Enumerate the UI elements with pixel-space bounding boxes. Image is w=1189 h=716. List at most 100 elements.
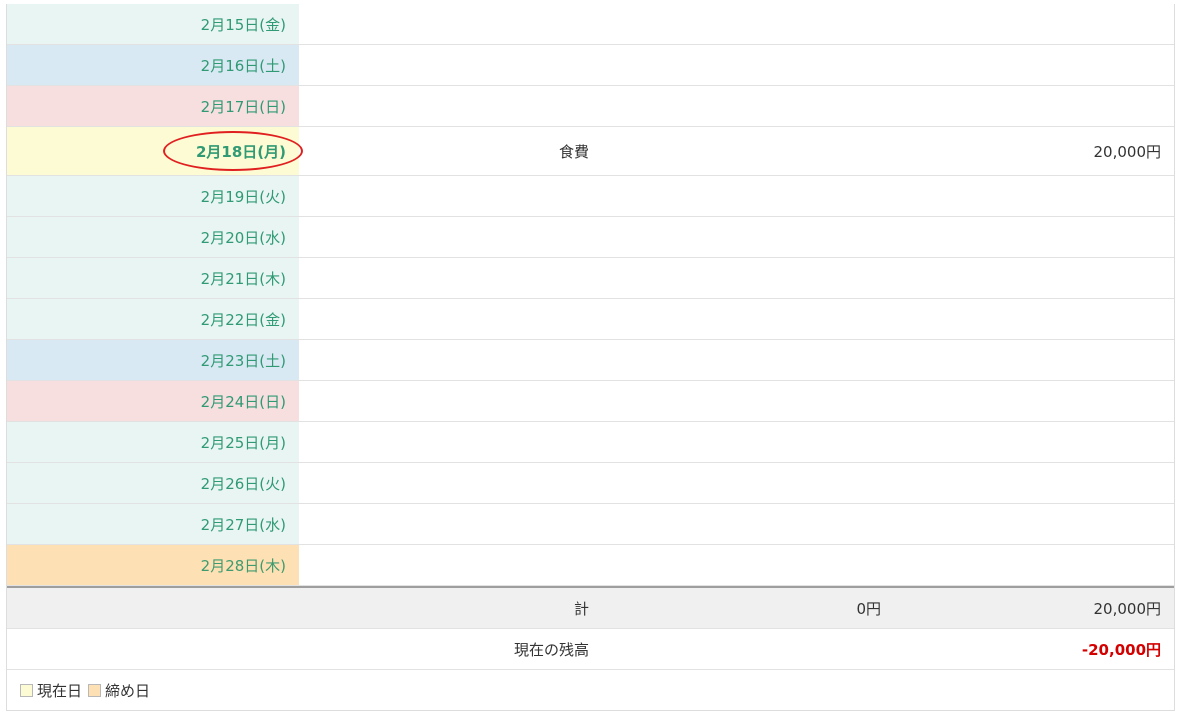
day-expense	[881, 504, 1174, 544]
day-income	[589, 422, 881, 462]
day-category	[299, 340, 589, 380]
day-date-cell[interactable]: 2月28日(木)	[7, 545, 299, 585]
day-date-label: 2月21日(木)	[200, 269, 286, 288]
day-income	[589, 381, 881, 421]
day-rows: 2月15日(金) 2月16日(土) 2月17日(日) 2月18日(月) 食費 20,000…	[7, 4, 1174, 586]
day-date-cell[interactable]: 2月24日(日)	[7, 381, 299, 421]
day-date-cell[interactable]: 2月15日(金)	[7, 4, 299, 44]
day-row[interactable]: 2月16日(土)	[7, 45, 1174, 86]
day-date-label: 2月16日(土)	[200, 56, 286, 75]
day-expense: 20,000円	[1093, 142, 1162, 161]
day-category	[299, 299, 589, 339]
day-date-label: 2月26日(火)	[200, 474, 286, 493]
day-date-label: 2月15日(金)	[200, 15, 286, 34]
day-date-cell[interactable]: 2月21日(木)	[7, 258, 299, 298]
balance-value: -20,000円	[1081, 640, 1161, 659]
day-category	[299, 217, 589, 257]
day-expense	[881, 176, 1174, 216]
day-date-label: 2月23日(土)	[200, 351, 286, 370]
total-row: 計 0円 20,000円	[7, 586, 1174, 629]
legend-today-label: 現在日	[37, 681, 83, 700]
today-swatch	[20, 683, 33, 697]
day-expense	[881, 381, 1174, 421]
day-expense	[881, 258, 1174, 298]
day-date-label: 2月27日(水)	[200, 515, 286, 534]
day-date-label: 2月24日(日)	[200, 392, 286, 411]
balance-row: 現在の残高 -20,000円	[7, 629, 1174, 670]
day-row[interactable]: 2月27日(水)	[7, 504, 1174, 545]
day-expense	[881, 299, 1174, 339]
day-expense	[881, 86, 1174, 126]
day-date-label: 2月25日(月)	[200, 433, 286, 452]
total-income: 0円	[856, 599, 881, 618]
day-expense	[881, 463, 1174, 503]
day-row[interactable]: 2月19日(火)	[7, 176, 1174, 217]
total-empty-cell	[7, 588, 299, 628]
day-date-cell[interactable]: 2月18日(月)	[7, 127, 303, 175]
day-date-cell[interactable]: 2月17日(日)	[7, 86, 299, 126]
day-category	[299, 4, 589, 44]
day-date-label: 2月28日(木)	[200, 556, 286, 575]
day-expense	[881, 4, 1174, 44]
closing-swatch	[88, 683, 102, 697]
day-date-cell[interactable]: 2月19日(火)	[7, 176, 299, 216]
day-category	[299, 422, 589, 462]
day-category	[299, 504, 589, 544]
day-income	[589, 127, 881, 175]
day-income	[589, 504, 881, 544]
day-category	[299, 45, 589, 85]
day-category	[299, 176, 589, 216]
day-row[interactable]: 2月23日(土)	[7, 340, 1174, 381]
day-date-cell[interactable]: 2月16日(土)	[7, 45, 299, 85]
day-row[interactable]: 2月21日(木)	[7, 258, 1174, 299]
day-row[interactable]: 2月18日(月) 食費 20,000円	[7, 127, 1174, 176]
day-income	[589, 176, 881, 216]
day-date-cell[interactable]: 2月25日(月)	[7, 422, 299, 462]
day-income	[589, 217, 881, 257]
balance-label: 現在の残高	[513, 640, 589, 659]
legend: 現在日 締め日	[7, 670, 1174, 710]
day-category	[299, 381, 589, 421]
day-category	[299, 463, 589, 503]
day-row[interactable]: 2月20日(水)	[7, 217, 1174, 258]
balance-empty-income	[589, 629, 881, 669]
day-row[interactable]: 2月24日(日)	[7, 381, 1174, 422]
day-date-label: 2月17日(日)	[200, 97, 286, 116]
calendar-ledger-table: 2月15日(金) 2月16日(土) 2月17日(日) 2月18日(月) 食費 20,000…	[6, 4, 1175, 711]
day-date-cell[interactable]: 2月22日(金)	[7, 299, 299, 339]
day-date-cell[interactable]: 2月27日(水)	[7, 504, 299, 544]
day-category	[299, 86, 589, 126]
day-income	[589, 463, 881, 503]
total-expense: 20,000円	[1093, 599, 1162, 618]
day-date-cell[interactable]: 2月23日(土)	[7, 340, 299, 380]
day-expense	[881, 422, 1174, 462]
day-row[interactable]: 2月25日(月)	[7, 422, 1174, 463]
day-date-label: 2月19日(火)	[200, 187, 286, 206]
day-income	[589, 545, 881, 585]
day-row[interactable]: 2月26日(火)	[7, 463, 1174, 504]
day-income	[589, 340, 881, 380]
day-date-label: 2月22日(金)	[200, 310, 286, 329]
day-expense	[881, 340, 1174, 380]
day-income	[589, 299, 881, 339]
legend-closing-label: 締め日	[105, 681, 151, 700]
day-income	[589, 258, 881, 298]
day-expense	[881, 217, 1174, 257]
day-date-cell[interactable]: 2月20日(水)	[7, 217, 299, 257]
day-expense	[881, 545, 1174, 585]
day-category: 食費	[558, 142, 589, 161]
day-income	[589, 45, 881, 85]
day-row[interactable]: 2月28日(木)	[7, 545, 1174, 586]
total-label: 計	[573, 599, 589, 618]
day-category	[299, 258, 589, 298]
highlight-circle	[163, 131, 303, 171]
day-row[interactable]: 2月22日(金)	[7, 299, 1174, 340]
day-income	[589, 4, 881, 44]
balance-empty-cell	[7, 629, 299, 669]
day-row[interactable]: 2月17日(日)	[7, 86, 1174, 127]
day-date-cell[interactable]: 2月26日(火)	[7, 463, 299, 503]
day-row[interactable]: 2月15日(金)	[7, 4, 1174, 45]
day-category	[299, 545, 589, 585]
day-income	[589, 86, 881, 126]
day-expense	[881, 45, 1174, 85]
